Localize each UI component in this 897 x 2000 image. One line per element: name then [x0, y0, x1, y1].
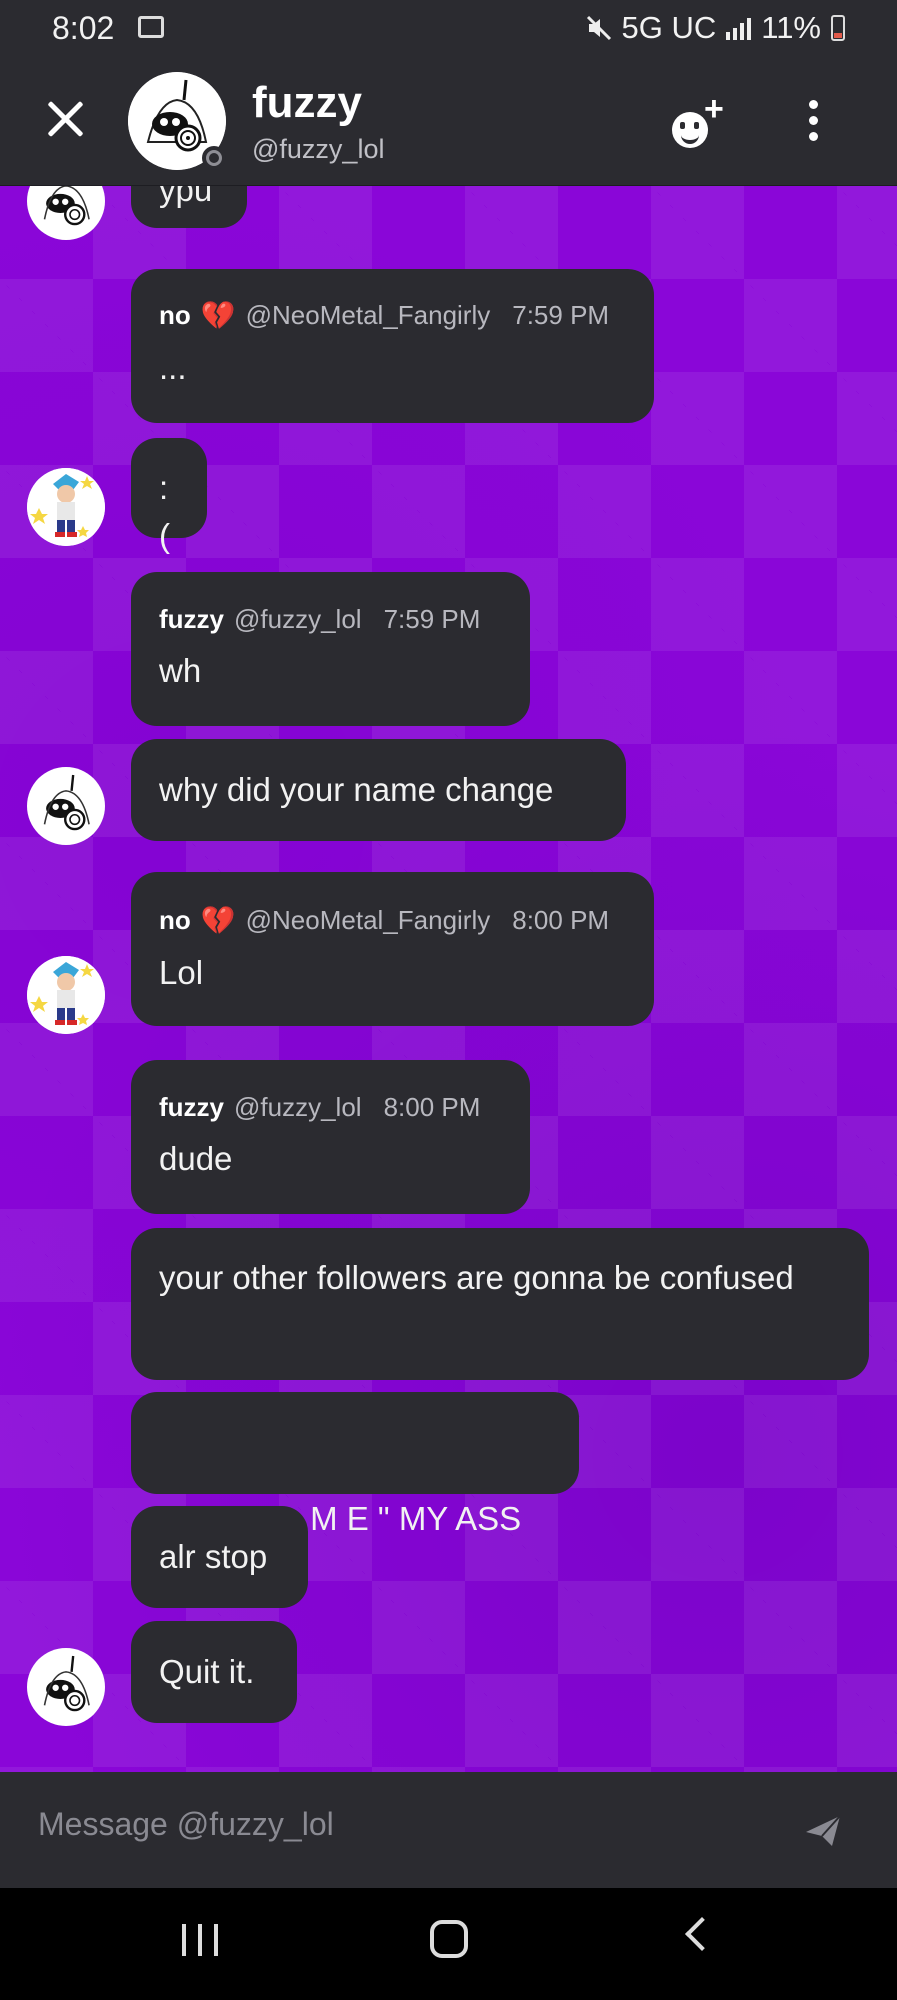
avatar-fuzzy[interactable] — [27, 767, 105, 845]
status-bar: 8:02 5G UC 11% — [0, 0, 897, 60]
message-bubble[interactable]: why did your name change — [131, 739, 626, 841]
avatar-fuzzy[interactable] — [27, 186, 105, 240]
message-text: your other followers are gonna be confus… — [159, 1259, 794, 1296]
author-name: no — [159, 300, 191, 330]
message-text: wh — [159, 652, 202, 689]
status-right: 5G UC 11% — [586, 10, 845, 46]
message-time: 8:00 PM — [383, 1092, 481, 1122]
message-bubble[interactable]: fuzzy @fuzzy_lol 8:00 PM dude — [131, 1060, 530, 1214]
notification-icon — [138, 16, 164, 38]
offline-status-icon — [202, 146, 226, 170]
message-bubble[interactable]: :( — [131, 438, 207, 554]
system-nav-bar — [0, 1888, 897, 2000]
message-bubble[interactable]: alr stop — [131, 1506, 308, 1608]
header-handle: @fuzzy_lol — [252, 134, 385, 164]
mute-icon — [586, 15, 611, 41]
author-handle: @fuzzy_lol — [234, 1092, 362, 1122]
author-name: fuzzy — [159, 604, 224, 634]
author-name: fuzzy — [159, 1092, 224, 1122]
message-list[interactable]: ypu no 💔 @NeoMetal_Fangirly 7:59 PM ... … — [0, 186, 897, 1772]
author-handle: @fuzzy_lol — [234, 604, 362, 634]
message-text: why did your name change — [159, 771, 554, 808]
more-vertical-icon[interactable] — [800, 100, 826, 146]
message-bubble[interactable]: no 💔 @NeoMetal_Fangirly 8:00 PM Lol — [131, 872, 654, 1026]
avatar-neometal[interactable] — [27, 468, 105, 546]
smile-face-icon — [672, 112, 708, 148]
message-input[interactable]: Message @fuzzy_lol — [38, 1806, 334, 1843]
add-friend-icon[interactable]: + — [670, 90, 730, 150]
author-handle: @NeoMetal_Fangirly — [245, 300, 491, 330]
chat-header: fuzzy @fuzzy_lol + — [0, 60, 897, 186]
recent-apps-icon[interactable] — [182, 1924, 218, 1956]
message-text: :( — [159, 469, 170, 554]
author-handle: @NeoMetal_Fangirly — [245, 905, 491, 935]
author-name: no — [159, 905, 191, 935]
message-composer: Message @fuzzy_lol — [0, 1772, 897, 1888]
message-text: Lol — [159, 954, 204, 991]
header-name: fuzzy — [252, 78, 362, 127]
message-meta: no 💔 @NeoMetal_Fangirly 7:59 PM — [159, 299, 626, 332]
message-bubble[interactable]: " F E A R M E " MY ASS — [131, 1392, 579, 1537]
plus-icon: + — [704, 90, 724, 128]
home-icon[interactable] — [430, 1920, 468, 1958]
avatar-fuzzy[interactable] — [27, 1648, 105, 1726]
back-icon[interactable] — [685, 1917, 719, 1951]
signal-icon — [726, 16, 752, 40]
battery-label: 11% — [761, 10, 821, 45]
message-text: dude — [159, 1140, 233, 1177]
message-text: ypu — [159, 186, 213, 208]
message-bubble[interactable]: fuzzy @fuzzy_lol 7:59 PM wh — [131, 572, 530, 726]
avatar-neometal[interactable] — [27, 956, 105, 1034]
network-label: 5G UC — [621, 10, 717, 45]
broken-heart-icon: 💔 — [200, 300, 236, 331]
message-text: Quit it. — [159, 1653, 255, 1690]
message-text: alr stop — [159, 1538, 268, 1575]
broken-heart-icon: 💔 — [200, 905, 236, 936]
battery-icon — [831, 15, 845, 41]
send-icon[interactable] — [804, 1814, 842, 1848]
message-time: 8:00 PM — [512, 905, 610, 935]
message-time: 7:59 PM — [512, 300, 610, 330]
message-meta: no 💔 @NeoMetal_Fangirly 8:00 PM — [159, 904, 626, 937]
message-text: ... — [159, 349, 187, 386]
close-icon[interactable] — [44, 98, 86, 140]
message-bubble[interactable]: ypu — [131, 186, 247, 228]
status-time: 8:02 — [52, 10, 115, 46]
message-bubble[interactable]: no 💔 @NeoMetal_Fangirly 7:59 PM ... — [131, 269, 654, 423]
message-bubble[interactable]: your other followers are gonna be confus… — [131, 1228, 869, 1380]
message-time: 7:59 PM — [383, 604, 481, 634]
message-meta: fuzzy @fuzzy_lol 8:00 PM — [159, 1092, 502, 1123]
message-bubble[interactable]: Quit it. — [131, 1621, 297, 1723]
message-meta: fuzzy @fuzzy_lol 7:59 PM — [159, 604, 502, 635]
